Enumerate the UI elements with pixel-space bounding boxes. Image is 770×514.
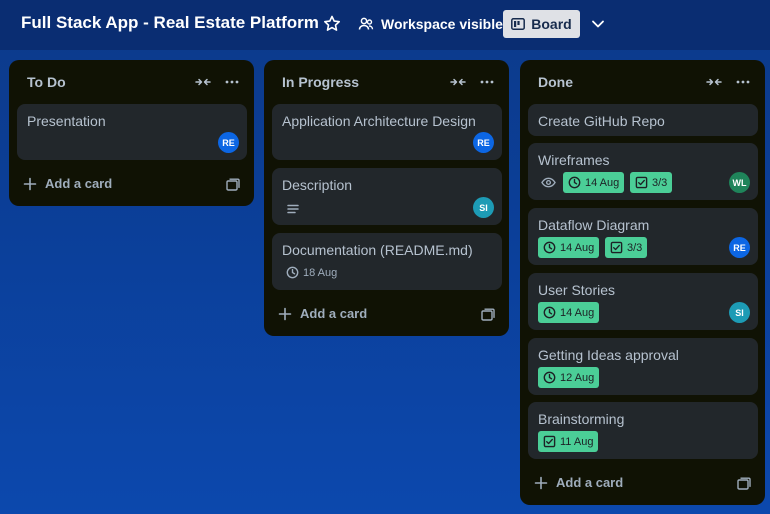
description-icon [287, 204, 299, 214]
list-title[interactable]: Done [538, 74, 573, 90]
checkbox-checked-icon [543, 435, 556, 448]
checklist-icon [635, 176, 648, 189]
add-card-button[interactable]: Add a card [534, 475, 623, 490]
card-create-github-repo[interactable]: Create GitHub Repo [528, 104, 758, 136]
people-icon [358, 17, 374, 30]
collapse-icon[interactable] [706, 75, 722, 89]
watch-icon [541, 177, 556, 188]
due-date-badge[interactable]: 14 Aug [538, 237, 600, 258]
card-application-architecture-design[interactable]: Application Architecture Design RE [272, 104, 502, 160]
plus-icon [278, 307, 292, 320]
chevron-down-icon[interactable] [590, 16, 606, 32]
collapse-icon[interactable] [195, 75, 211, 89]
due-date-badge[interactable]: 14 Aug [563, 172, 625, 193]
checklist-label: 3/3 [627, 241, 643, 254]
due-date-label: 18 Aug [303, 266, 338, 279]
avatar[interactable]: RE [473, 132, 494, 153]
card-brainstorming[interactable]: Brainstorming 11 Aug [528, 402, 758, 459]
list-to-do: To Do Presentation RE Add a card [9, 60, 254, 206]
checklist-label: 3/3 [652, 176, 668, 189]
card-dataflow-diagram[interactable]: Dataflow Diagram 14 Aug 3/3 RE [528, 208, 758, 265]
list-title[interactable]: To Do [27, 74, 66, 90]
avatar[interactable]: SI [729, 302, 750, 323]
card-template-icon[interactable] [481, 308, 495, 322]
card-documentation-readme[interactable]: Documentation (README.md) 18 Aug [272, 233, 502, 290]
board-view-label: Board [531, 16, 572, 32]
star-icon[interactable] [322, 14, 342, 34]
more-icon[interactable] [735, 75, 751, 89]
checklist-icon [610, 241, 623, 254]
checklist-badge[interactable]: 3/3 [605, 237, 648, 258]
visibility-label: Workspace visible [381, 16, 503, 32]
clock-icon [568, 176, 581, 189]
card-title: User Stories [538, 282, 616, 298]
plus-icon [534, 476, 548, 489]
board-title[interactable]: Full Stack App - Real Estate Platform [21, 13, 319, 33]
card-title: Brainstorming [538, 411, 625, 427]
card-description[interactable]: Description SI [272, 168, 502, 225]
plus-icon [23, 177, 37, 190]
due-date-label: 11 Aug [560, 435, 594, 448]
clock-icon [543, 306, 556, 319]
add-card-button[interactable]: Add a card [23, 176, 112, 191]
card-user-stories[interactable]: User Stories 14 Aug SI [528, 273, 758, 330]
card-presentation[interactable]: Presentation RE [17, 104, 247, 160]
due-date-badge[interactable]: 14 Aug [538, 302, 600, 323]
board-icon [511, 18, 526, 30]
collapse-icon[interactable] [450, 75, 466, 89]
checklist-badge[interactable]: 3/3 [630, 172, 673, 193]
due-date-badge[interactable]: 12 Aug [538, 367, 600, 388]
clock-icon [543, 371, 556, 384]
card-template-icon[interactable] [226, 178, 240, 192]
card-title: Create GitHub Repo [538, 113, 665, 129]
add-card-label: Add a card [45, 176, 113, 191]
more-icon[interactable] [224, 75, 240, 89]
workspace-visibility-button[interactable]: Workspace visible [358, 12, 503, 36]
list-header: To Do [9, 60, 254, 102]
card-template-icon[interactable] [737, 477, 751, 491]
list-in-progress: In Progress Application Architecture Des… [264, 60, 509, 336]
list-title[interactable]: In Progress [282, 74, 359, 90]
board-view-button[interactable]: Board [503, 10, 580, 38]
list-header: Done [520, 60, 765, 102]
avatar[interactable]: WL [729, 172, 750, 193]
list-header: In Progress [264, 60, 509, 102]
more-icon[interactable] [479, 75, 495, 89]
card-title: Description [282, 177, 353, 193]
list-done: Done Create GitHub Repo Wireframes 14 Au… [520, 60, 765, 505]
due-date-badge[interactable]: 11 Aug [538, 431, 599, 452]
add-card-label: Add a card [556, 475, 624, 490]
due-date-label: 14 Aug [560, 241, 595, 254]
card-title: Application Architecture Design [282, 113, 476, 129]
add-card-button[interactable]: Add a card [278, 306, 367, 321]
card-title: Wireframes [538, 152, 610, 168]
add-card-label: Add a card [300, 306, 368, 321]
card-wireframes[interactable]: Wireframes 14 Aug 3/3 WL [528, 143, 758, 200]
clock-icon [286, 266, 299, 279]
avatar[interactable]: SI [473, 197, 494, 218]
board-header: Full Stack App - Real Estate Platform Wo… [0, 0, 770, 50]
card-title: Documentation (README.md) [282, 242, 473, 258]
due-date-label: 14 Aug [585, 176, 620, 189]
card-title: Presentation [27, 113, 106, 129]
due-date-badge[interactable]: 18 Aug [286, 262, 337, 283]
avatar[interactable]: RE [218, 132, 239, 153]
due-date-label: 14 Aug [560, 306, 595, 319]
due-date-label: 12 Aug [560, 371, 595, 384]
card-getting-ideas-approval[interactable]: Getting Ideas approval 12 Aug [528, 338, 758, 395]
card-title: Dataflow Diagram [538, 217, 650, 233]
clock-icon [543, 241, 556, 254]
avatar[interactable]: RE [729, 237, 750, 258]
card-title: Getting Ideas approval [538, 347, 679, 363]
